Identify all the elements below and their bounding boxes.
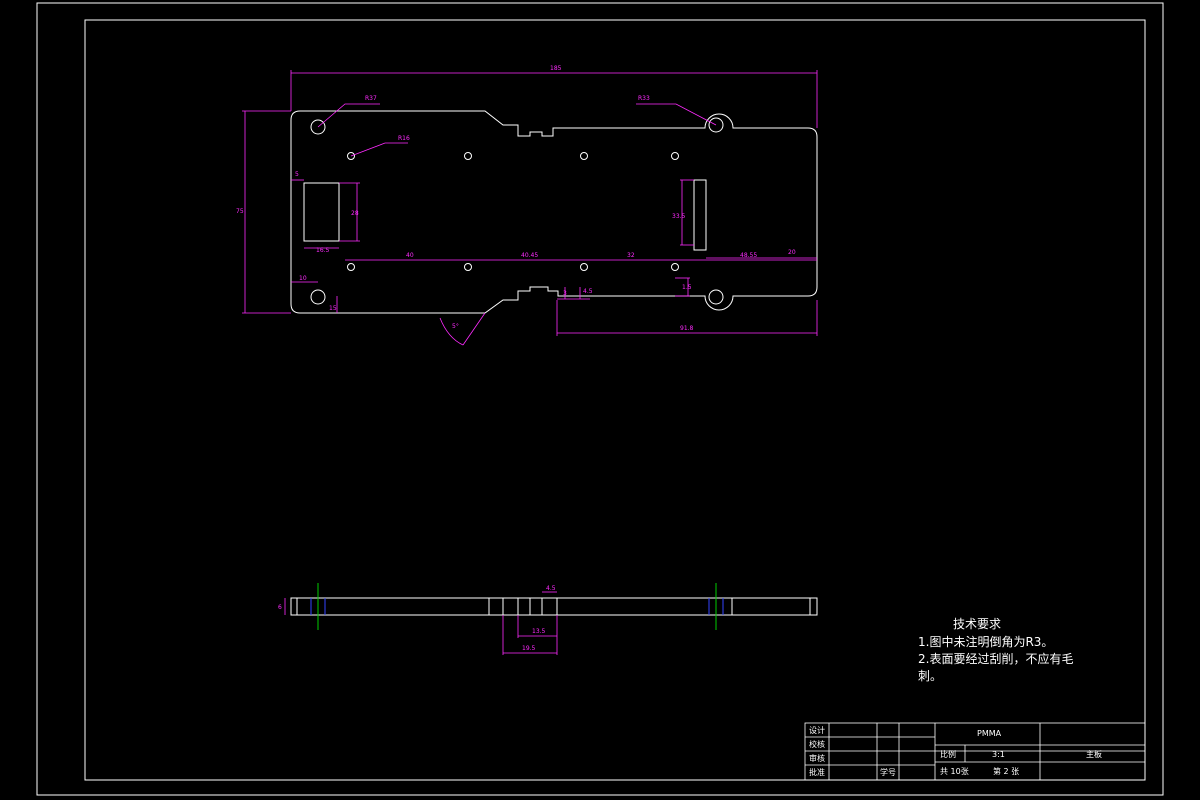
tb-material: PMMA [977,729,1002,738]
side-view [290,597,818,616]
side-outline [290,597,818,616]
dim-side-width-1: 13.5 [532,628,546,635]
dim-hole-spacing-2: 40.45 [521,252,538,259]
dim-hole-spacing-1: 40 [406,252,414,259]
outer-frame [36,2,1164,796]
part-outline [290,110,818,314]
dim-slot-height: 28 [351,210,359,217]
tb-school: 学号 [880,767,896,777]
side-view-dimension-text: 6 4.5 13.5 19.5 [278,585,556,652]
tb-approver: 批准 [809,767,825,777]
tb-checker: 校核 [809,739,825,749]
dim-side-notch: 4.5 [546,585,556,592]
dim-small: 1.5 [682,284,692,291]
dim-thickness: 6 [278,604,282,611]
dim-bottom-length: 91.8 [680,325,694,332]
top-view [290,110,818,314]
side-view-dimensions [284,591,558,655]
side-view-hidden-lines [310,598,724,615]
dim-right-distance: 48.55 [740,252,757,259]
tb-scale-label: 比例 [940,749,956,759]
side-view-centerlines [317,583,717,630]
cad-drawing: 185 75 R37 R33 R16 5 16.5 28 33.5 40 40.… [36,2,1164,796]
dim-overall-height: 75 [236,208,244,215]
dim-angle: 5° [452,323,459,330]
dim-right-slot-height: 33.5 [672,213,686,220]
tb-sheet-no: 第 2 张 [993,766,1019,776]
tb-designer: 设计 [809,725,825,735]
dim-notch-depth: 3 [563,290,567,297]
inner-frame [84,19,1146,781]
tb-reviewer: 审核 [809,753,825,763]
tb-part-name: 主板 [1086,749,1102,759]
tb-scale-value: 3:1 [992,750,1005,759]
dim-right-edge: 20 [788,249,796,256]
notes-title: 技术要求 [953,617,1001,631]
dim-notch-width: 4.5 [583,288,593,295]
mount-hole-br [708,289,724,305]
dim-slot-width: 16.5 [316,247,330,254]
notes-line-2: 2.表面要经过刮削，不应有毛 [918,651,1073,666]
right-slot [693,179,707,251]
technical-notes: 技术要求 1.图中未注明倒角为R3。 2.表面要经过刮削，不应有毛 刺。 [918,617,1073,683]
dim-left-hole-offset: 10 [299,275,307,282]
tb-total-sheets: 共 10张 [940,767,969,776]
left-slot [303,182,340,242]
dim-overall-length: 185 [550,65,562,72]
mount-hole-bl [310,289,326,305]
dim-radius-hole: R16 [398,135,410,142]
dim-left-edge: 5 [295,171,299,178]
dim-bottom-hole-offset: 15 [329,305,337,312]
dim-radius-tl: R37 [365,95,377,102]
notes-line-1: 1.图中未注明倒角为R3。 [918,634,1053,649]
dim-radius-tr: R33 [638,95,650,102]
notes-line-2-cont: 刺。 [918,669,942,683]
dim-side-width-2: 19.5 [522,645,536,652]
dim-hole-spacing-3: 32 [627,252,635,259]
